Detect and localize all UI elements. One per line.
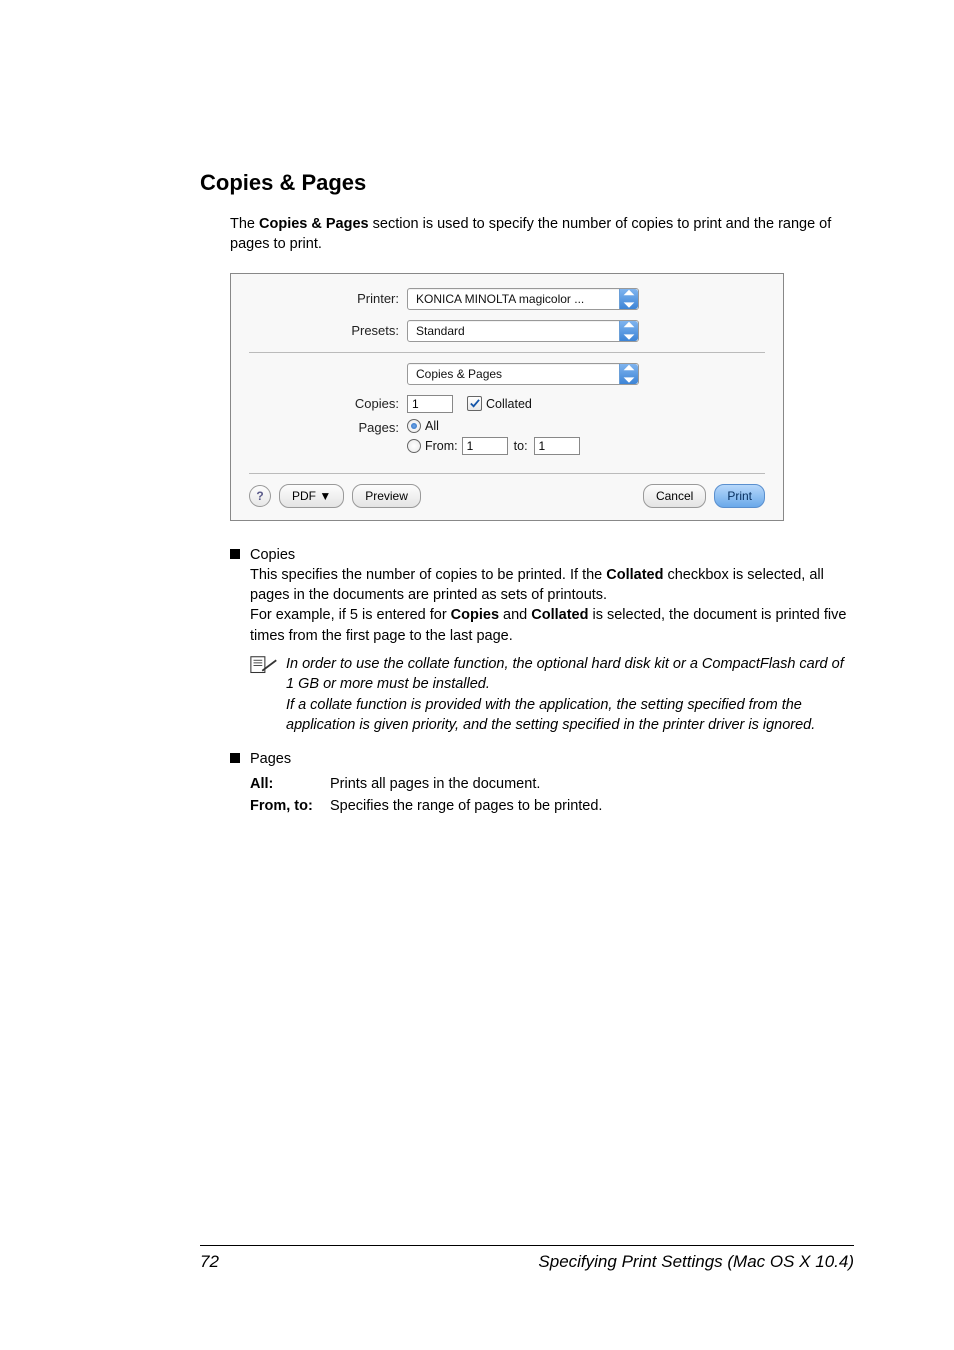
t: From, to <box>250 798 308 814</box>
pages-label: Pages: <box>249 419 407 435</box>
cancel-button[interactable]: Cancel <box>643 484 706 508</box>
colon: : <box>308 798 313 814</box>
divider <box>249 473 765 474</box>
t: and <box>499 607 531 623</box>
section-value: Copies & Pages <box>408 367 619 381</box>
pages-to-input[interactable] <box>534 437 580 455</box>
divider <box>249 352 765 353</box>
pages-all-desc: Prints all pages in the document. <box>330 776 540 792</box>
pages-to-label: to: <box>514 439 528 453</box>
presets-select[interactable]: Standard <box>407 320 639 342</box>
bullet-icon <box>230 753 240 763</box>
bullet-icon <box>230 549 240 559</box>
help-icon: ? <box>256 489 263 503</box>
t: Collated <box>531 607 588 623</box>
print-dialog: Printer: KONICA MINOLTA magicolor ... Pr… <box>230 273 784 521</box>
copies-desc-1: This specifies the number of copies to b… <box>250 565 854 606</box>
footer-title: Specifying Print Settings (Mac OS X 10.4… <box>538 1252 854 1272</box>
stepper-icon <box>619 364 638 384</box>
pages-all-label: All <box>425 419 439 433</box>
stepper-icon <box>619 321 638 341</box>
printer-select[interactable]: KONICA MINOLTA magicolor ... <box>407 288 639 310</box>
printer-value: KONICA MINOLTA magicolor ... <box>408 292 619 306</box>
presets-value: Standard <box>408 324 619 338</box>
copies-input[interactable] <box>407 395 453 413</box>
check-icon <box>469 398 480 409</box>
intro-bold: Copies & Pages <box>259 216 369 232</box>
pages-fromto-desc: Specifies the range of pages to be print… <box>330 798 602 814</box>
pdf-button[interactable]: PDF ▼ <box>279 484 344 508</box>
footer-divider <box>200 1245 854 1246</box>
pages-from-radio[interactable] <box>407 439 421 453</box>
stepper-icon <box>619 289 638 309</box>
copies-desc-2: For example, if 5 is entered for Copies … <box>250 605 854 646</box>
intro-paragraph: The Copies & Pages section is used to sp… <box>230 214 854 255</box>
page-footer: 72 Specifying Print Settings (Mac OS X 1… <box>200 1245 854 1272</box>
print-button[interactable]: Print <box>714 484 765 508</box>
page-number: 72 <box>200 1252 219 1272</box>
pages-fromto-key: From, to: <box>250 798 330 814</box>
section-select[interactable]: Copies & Pages <box>407 363 639 385</box>
t: For example, if 5 is entered for <box>250 607 451 623</box>
copies-label: Copies: <box>249 396 407 411</box>
colon: : <box>269 776 274 792</box>
intro-text-1: The <box>230 216 259 232</box>
t: Collated <box>606 567 663 583</box>
presets-label: Presets: <box>249 323 407 338</box>
printer-label: Printer: <box>249 291 407 306</box>
pages-all-key: All: <box>250 776 330 792</box>
t: All <box>250 776 269 792</box>
pages-all-radio[interactable] <box>407 419 421 433</box>
preview-button[interactable]: Preview <box>352 484 421 508</box>
t: This specifies the number of copies to b… <box>250 567 606 583</box>
collated-checkbox[interactable] <box>467 396 482 411</box>
section-heading: Copies & Pages <box>200 170 854 196</box>
pages-bullet-title: Pages <box>250 749 291 769</box>
pages-from-label: From: <box>425 439 458 453</box>
pages-from-input[interactable] <box>462 437 508 455</box>
note-icon <box>250 655 278 675</box>
help-button[interactable]: ? <box>249 485 271 507</box>
collated-label: Collated <box>486 397 532 411</box>
copies-note: In order to use the collate function, th… <box>286 654 854 735</box>
copies-bullet-title: Copies <box>250 545 295 565</box>
t: Copies <box>451 607 499 623</box>
